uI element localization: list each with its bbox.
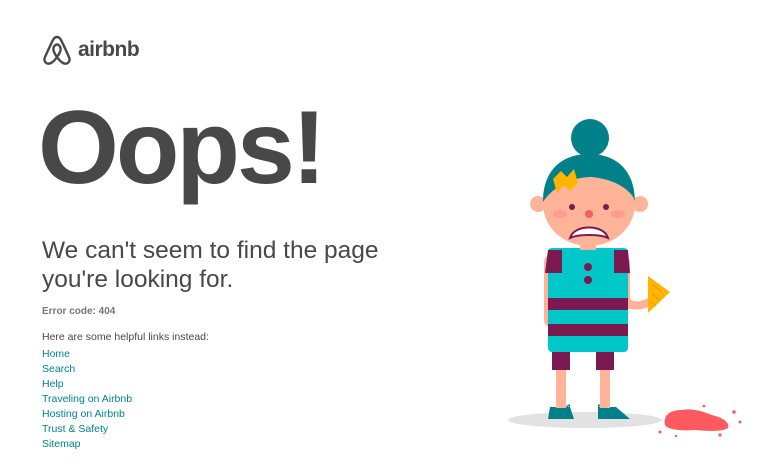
airbnb-logo[interactable]: airbnb: [42, 34, 140, 66]
page-subtitle: We can't seem to find the page you're lo…: [42, 237, 379, 293]
airbnb-wordmark: airbnb: [78, 38, 140, 61]
list-item: Trust & Safety: [42, 420, 132, 435]
link-hosting-on-airbnb[interactable]: Hosting on Airbnb: [42, 408, 125, 420]
helpful-links-list: Home Search Help Traveling on Airbnb Hos…: [42, 345, 132, 450]
list-item: Sitemap: [42, 435, 132, 450]
link-sitemap[interactable]: Sitemap: [42, 438, 81, 450]
helpful-links-intro: Here are some helpful links instead:: [42, 331, 209, 343]
airbnb-belo-icon: [42, 34, 72, 66]
girl-dropped-ice-cream-illustration: [490, 110, 760, 440]
link-help[interactable]: Help: [42, 378, 64, 390]
page-title: Oops!: [38, 90, 326, 206]
link-traveling-on-airbnb[interactable]: Traveling on Airbnb: [42, 393, 132, 405]
list-item: Hosting on Airbnb: [42, 405, 132, 420]
list-item: Search: [42, 360, 132, 375]
link-search[interactable]: Search: [42, 363, 75, 375]
list-item: Help: [42, 375, 132, 390]
link-home[interactable]: Home: [42, 348, 70, 360]
list-item: Traveling on Airbnb: [42, 390, 132, 405]
link-trust-and-safety[interactable]: Trust & Safety: [42, 423, 108, 435]
error-code: Error code: 404: [42, 306, 116, 317]
list-item: Home: [42, 345, 132, 360]
